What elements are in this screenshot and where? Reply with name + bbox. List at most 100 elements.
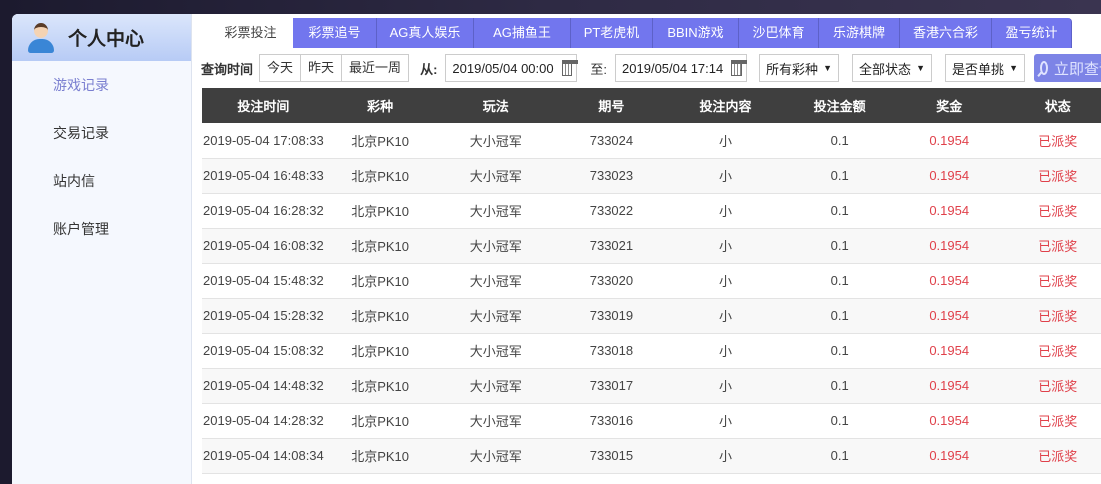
table-cell: 0.1 [784, 158, 895, 194]
table-row: 2019-05-04 14:08:34 北京PK10 大小冠军 733015 小 0.1 0… [202, 438, 1101, 474]
lottery-type-select[interactable]: 所有彩种 ▼ [759, 54, 840, 82]
table-cell: 小 [666, 403, 785, 439]
table-cell: 北京PK10 [324, 158, 436, 194]
caret-down-icon: ▼ [916, 63, 926, 73]
table-cell: 大小冠军 [435, 193, 557, 229]
status-value: 全部状态 [859, 61, 912, 77]
table-cell: 2019-05-04 14:28:32 [202, 403, 325, 439]
table-row: 2019-05-04 14:48:32 北京PK10 大小冠军 733017 小 0.1 0… [202, 368, 1101, 404]
column-header: 玩法 [435, 88, 557, 123]
table-cell: 2019-05-04 14:08:34 [202, 438, 325, 474]
table-cell: 0.1 [784, 193, 895, 229]
caret-down-icon: ▼ [823, 63, 833, 73]
table-cell: 大小冠军 [435, 158, 557, 194]
filter-bar: 查询时间 今天 昨天 最近一周 从: 2019/05/04 00:00 至: 2… [201, 54, 1101, 82]
table-cell: 0.1 [784, 228, 895, 264]
user-center-panel: 个人中心 游戏记录 交易记录 站内信 账户管理 彩票投注 彩票追号 AG真人娱乐… [12, 14, 1101, 484]
table-cell: 小 [666, 193, 785, 229]
yesterday-button[interactable]: 昨天 [301, 55, 343, 81]
today-button[interactable]: 今天 [260, 55, 302, 81]
last-week-button[interactable]: 最近一周 [342, 55, 408, 81]
table-cell: 已派奖 [1003, 438, 1101, 474]
table-cell: 北京PK10 [324, 333, 436, 369]
sidebar: 个人中心 游戏记录 交易记录 站内信 账户管理 [12, 14, 192, 484]
tab-bar: 彩票投注 彩票追号 AG真人娱乐 AG捕鱼王 PT老虎机 BBIN游戏 沙巴体育… [208, 18, 1072, 48]
table-cell: 小 [666, 333, 785, 369]
calendar-icon[interactable] [561, 60, 578, 76]
table-cell: 2019-05-04 15:08:32 [202, 333, 325, 369]
tab-bbin[interactable]: BBIN游戏 [653, 18, 739, 48]
table-cell: 733021 [556, 228, 667, 264]
table-row: 2019-05-04 14:28:32 北京PK10 大小冠军 733016 小 0.1 0… [202, 403, 1101, 439]
table-row: 2019-05-04 16:48:33 北京PK10 大小冠军 733023 小 0.1 0… [202, 158, 1101, 194]
query-time-label: 查询时间 [201, 61, 254, 77]
search-button[interactable]: 立即查询 [1034, 54, 1101, 82]
table-cell: 733016 [556, 403, 667, 439]
tab-leyou-chess[interactable]: 乐游棋牌 [819, 18, 900, 48]
table-cell: 0.1 [784, 333, 895, 369]
table-cell: 小 [666, 263, 785, 299]
column-header: 彩种 [324, 88, 436, 123]
table-cell: 2019-05-04 16:28:32 [202, 193, 325, 229]
table-cell: 0.1954 [894, 333, 1004, 369]
table-cell: 大小冠军 [435, 228, 557, 264]
table-cell: 0.1 [784, 403, 895, 439]
table-cell: 733018 [556, 333, 667, 369]
calendar-icon[interactable] [731, 60, 747, 76]
table-cell: 2019-05-04 15:48:32 [202, 263, 325, 299]
sidebar-item-messages[interactable]: 站内信 [12, 157, 191, 205]
table-cell: 0.1954 [894, 193, 1004, 229]
tab-lottery-chase[interactable]: 彩票追号 [293, 18, 377, 48]
table-cell: 已派奖 [1003, 368, 1101, 404]
table-row: 2019-05-04 15:08:32 北京PK10 大小冠军 733018 小 0.1 0… [202, 333, 1101, 369]
to-date-input[interactable]: 2019/05/04 17:14 [615, 54, 748, 82]
tab-lottery-bets[interactable]: 彩票投注 [208, 18, 293, 48]
sidebar-title: 个人中心 [68, 29, 145, 50]
table-cell: 北京PK10 [324, 123, 436, 159]
user-avatar-icon [28, 22, 54, 53]
column-header: 投注内容 [666, 88, 785, 123]
table-cell: 0.1954 [894, 368, 1004, 404]
column-header: 状态 [1003, 88, 1101, 123]
tab-pt-slots[interactable]: PT老虎机 [571, 18, 653, 48]
sidebar-item-game-records[interactable]: 游戏记录 [12, 61, 191, 109]
table-cell: 大小冠军 [435, 368, 557, 404]
table-cell: 已派奖 [1003, 403, 1101, 439]
table-cell: 大小冠军 [435, 438, 557, 474]
sidebar-item-transactions[interactable]: 交易记录 [12, 109, 191, 157]
tab-hk-mark-six[interactable]: 香港六合彩 [900, 18, 992, 48]
from-date-value: 2019/05/04 00:00 [452, 60, 554, 76]
table-cell: 0.1 [784, 263, 895, 299]
table-cell: 北京PK10 [324, 298, 436, 334]
tab-ag-fishing[interactable]: AG捕鱼王 [474, 18, 571, 48]
sidebar-item-account[interactable]: 账户管理 [12, 205, 191, 253]
table-cell: 0.1 [784, 298, 895, 334]
table-cell: 小 [666, 123, 785, 159]
table-cell: 大小冠军 [435, 263, 557, 299]
table-row: 2019-05-04 16:28:32 北京PK10 大小冠军 733022 小 0.1 0… [202, 193, 1101, 229]
table-cell: 2019-05-04 17:08:33 [202, 123, 325, 159]
table-cell: 733020 [556, 263, 667, 299]
table-cell: 小 [666, 298, 785, 334]
status-select[interactable]: 全部状态 ▼ [852, 54, 933, 82]
table-cell: 小 [666, 438, 785, 474]
table-cell: 0.1 [784, 123, 895, 159]
table-cell: 0.1 [784, 438, 895, 474]
table-cell: 已派奖 [1003, 333, 1101, 369]
table-cell: 733015 [556, 438, 667, 474]
sidebar-header: 个人中心 [12, 14, 191, 61]
single-select[interactable]: 是否单挑 ▼ [945, 54, 1026, 82]
table-cell: 小 [666, 368, 785, 404]
table-row: 2019-05-04 15:48:32 北京PK10 大小冠军 733020 小 0.1 0… [202, 263, 1101, 299]
tab-saba-sports[interactable]: 沙巴体育 [739, 18, 819, 48]
table-cell: 733022 [556, 193, 667, 229]
tab-profit-loss[interactable]: 盈亏统计 [992, 18, 1072, 48]
table-cell: 大小冠军 [435, 403, 557, 439]
tab-ag-live[interactable]: AG真人娱乐 [377, 18, 474, 48]
table-cell: 2019-05-04 15:28:32 [202, 298, 325, 334]
table-cell: 2019-05-04 16:48:33 [202, 158, 325, 194]
from-date-input[interactable]: 2019/05/04 00:00 [445, 54, 578, 82]
table-cell: 0.1 [784, 368, 895, 404]
table-row: 2019-05-04 15:28:32 北京PK10 大小冠军 733019 小 0.1 0… [202, 298, 1101, 334]
table-row: 2019-05-04 16:08:32 北京PK10 大小冠军 733021 小 0.1 0… [202, 228, 1101, 264]
